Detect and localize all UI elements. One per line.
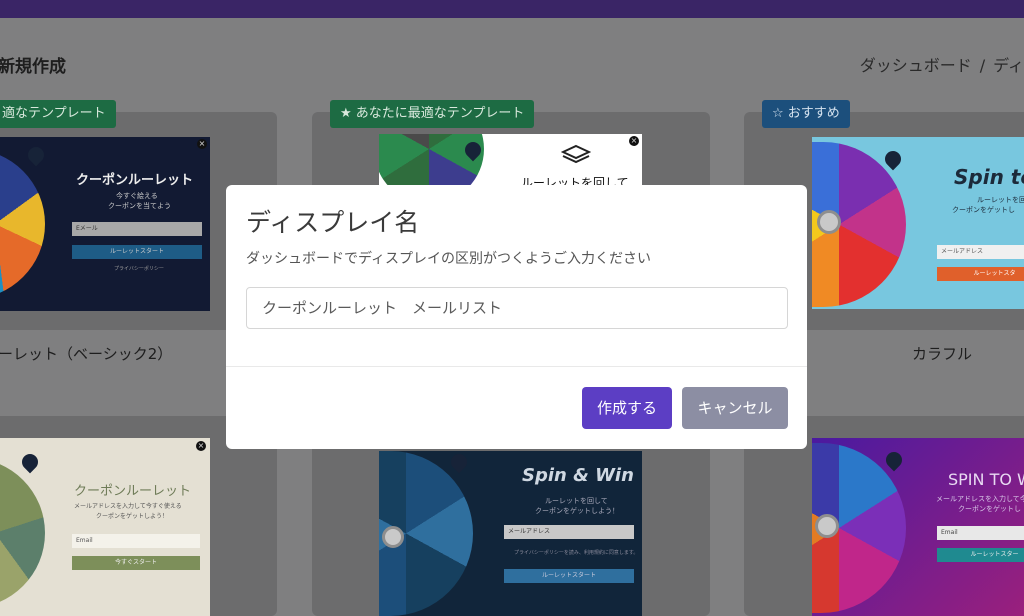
- preview-start-button: ルーレットスタ: [937, 267, 1024, 281]
- preview-start-button: 今すぐスタート: [72, 556, 200, 570]
- preview-subtitle-1: 今すぐ絵える: [116, 192, 158, 200]
- layers-icon: [560, 144, 592, 164]
- preview-subtitle-2: クーポンをゲットしよう！: [535, 507, 619, 515]
- preview-email-input: メールアドレス: [937, 245, 1024, 259]
- display-name-input[interactable]: クーポンルーレット メールリスト: [246, 287, 788, 329]
- modal-title: ディスプレイ名: [246, 208, 420, 237]
- preview-subtitle-2: クーポンをゲットしよう！: [96, 513, 169, 520]
- wheel-hub: [382, 526, 404, 548]
- roulette-wheel: [0, 458, 45, 608]
- roulette-wheel: [0, 149, 45, 299]
- close-icon: ×: [629, 136, 639, 146]
- preview-consent-text: プライバシーポリシーを読み、利用規約に同意します。: [514, 550, 639, 556]
- breadcrumb: ダッシュボード / ディ: [860, 52, 1024, 76]
- wheel-hub: [817, 210, 841, 234]
- preview-subtitle-1: ルーレットを回: [977, 196, 1024, 204]
- template-card-label: カラフル: [912, 345, 973, 363]
- preview-subtitle-2: クーポンをゲットし: [958, 505, 1021, 513]
- preview-title: Spin to W: [954, 165, 1024, 189]
- preview-subtitle-1: ルーレットを回して: [545, 497, 608, 505]
- breadcrumb-separator: /: [979, 56, 986, 75]
- preview-start-button: ルーレットスタート: [72, 245, 202, 259]
- preview-email-input: Email: [72, 534, 200, 548]
- preview-subtitle-1: メールアドレスを入力して今すぐ使える: [74, 503, 182, 510]
- preview-subtitle-2: クーポンを当てよう: [108, 202, 171, 210]
- preview-email-input: Eメール: [72, 222, 202, 236]
- template-preview: Spin to W ルーレットを回 クーポンをゲットし メールアドレス ルーレッ…: [812, 137, 1024, 309]
- wheel-pointer-icon: [447, 451, 471, 474]
- preview-email-input: Email: [937, 526, 1024, 540]
- template-badge: ☆ おすすめ: [762, 100, 850, 128]
- preview-title: クーポンルーレット: [76, 173, 194, 188]
- wheel-pointer-icon: [24, 143, 48, 167]
- wheel-hub: [815, 514, 839, 538]
- preview-title: Spin & Win: [522, 465, 634, 486]
- create-button[interactable]: 作成する: [582, 387, 672, 429]
- preview-subtitle-2: クーポンをゲットし: [952, 206, 1015, 214]
- template-preview: × ルーレットを回して: [379, 134, 642, 192]
- template-badge: ★ あなたに最適なテンプレート: [330, 100, 535, 128]
- preview-title: SPIN TO W: [948, 470, 1024, 489]
- wheel-pointer-icon: [18, 450, 42, 474]
- preview-start-button: ルーレットスター: [937, 548, 1024, 562]
- template-preview: SPIN TO W メールアドレスを入力して今すぐ クーポンをゲットし Emai…: [812, 438, 1024, 616]
- cancel-button[interactable]: キャンセル: [682, 387, 788, 429]
- template-preview: × クーポンルーレット 今すぐ絵える クーポンを当てよう Eメール ルーレットス…: [0, 137, 210, 311]
- preview-privacy-link: プライバシーポリシー: [114, 266, 164, 272]
- page-title: 新規作成: [0, 57, 66, 77]
- close-icon: ×: [196, 441, 206, 451]
- breadcrumb-dashboard[interactable]: ダッシュボード: [860, 56, 972, 75]
- preview-email-input: メールアドレス: [504, 525, 634, 539]
- preview-title: クーポンルーレット: [74, 484, 192, 499]
- modal-description: ダッシュボードでディスプレイの区別がつくようご入力ください: [246, 251, 652, 267]
- top-bar: [0, 0, 1024, 18]
- display-name-modal: ディスプレイ名 ダッシュボードでディスプレイの区別がつくようご入力ください クー…: [226, 185, 807, 449]
- preview-start-button: ルーレットスタート: [504, 569, 634, 583]
- wheel-pointer-icon: [881, 147, 905, 171]
- breadcrumb-current: ディ: [993, 56, 1024, 75]
- close-icon: ×: [197, 139, 207, 149]
- template-card-label: ーレット（ベーシック2）: [0, 345, 173, 363]
- modal-divider: [226, 366, 807, 367]
- template-preview: Spin & Win ルーレットを回して クーポンをゲットしよう！ メールアドレ…: [379, 451, 642, 616]
- template-preview: × クーポンルーレット メールアドレスを入力して今すぐ使える クーポンをゲットし…: [0, 438, 210, 616]
- wheel-pointer-icon: [882, 448, 906, 472]
- preview-subtitle-1: メールアドレスを入力して今すぐ: [936, 495, 1024, 503]
- template-badge: 適なテンプレート: [0, 100, 116, 128]
